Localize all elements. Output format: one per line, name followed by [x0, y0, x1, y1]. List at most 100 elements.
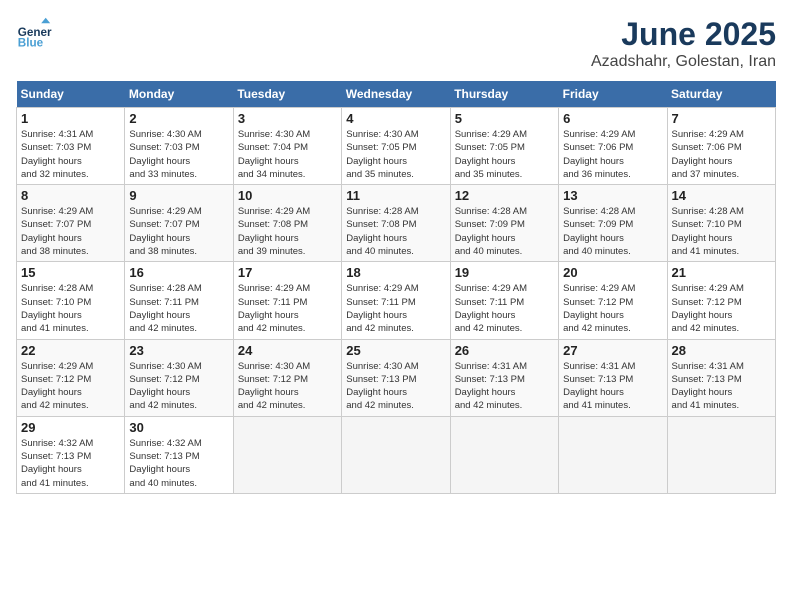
day-number: 22: [21, 343, 120, 358]
day-number: 23: [129, 343, 228, 358]
day-info: Sunrise: 4:30 AM Sunset: 7:03 PM Dayligh…: [129, 128, 228, 181]
day-header-sunday: Sunday: [17, 81, 125, 108]
day-number: 30: [129, 420, 228, 435]
calendar-cell: 26 Sunrise: 4:31 AM Sunset: 7:13 PM Dayl…: [450, 339, 558, 416]
day-info: Sunrise: 4:30 AM Sunset: 7:12 PM Dayligh…: [129, 360, 228, 413]
calendar-cell: 13 Sunrise: 4:28 AM Sunset: 7:09 PM Dayl…: [559, 185, 667, 262]
day-number: 3: [238, 111, 337, 126]
location-title: Azadshahr, Golestan, Iran: [591, 53, 776, 71]
week-row-4: 22 Sunrise: 4:29 AM Sunset: 7:12 PM Dayl…: [17, 339, 776, 416]
day-info: Sunrise: 4:32 AM Sunset: 7:13 PM Dayligh…: [21, 437, 120, 490]
day-header-tuesday: Tuesday: [233, 81, 341, 108]
day-number: 27: [563, 343, 662, 358]
calendar-cell: [559, 416, 667, 493]
day-header-monday: Monday: [125, 81, 233, 108]
month-title: June 2025: [591, 16, 776, 53]
day-info: Sunrise: 4:31 AM Sunset: 7:03 PM Dayligh…: [21, 128, 120, 181]
day-info: Sunrise: 4:28 AM Sunset: 7:09 PM Dayligh…: [563, 205, 662, 258]
day-info: Sunrise: 4:29 AM Sunset: 7:11 PM Dayligh…: [346, 282, 445, 335]
calendar-cell: 24 Sunrise: 4:30 AM Sunset: 7:12 PM Dayl…: [233, 339, 341, 416]
day-number: 18: [346, 265, 445, 280]
day-header-thursday: Thursday: [450, 81, 558, 108]
day-number: 5: [455, 111, 554, 126]
header: General Blue June 2025 Azadshahr, Golest…: [16, 16, 776, 71]
day-number: 2: [129, 111, 228, 126]
calendar-cell: 19 Sunrise: 4:29 AM Sunset: 7:11 PM Dayl…: [450, 262, 558, 339]
day-number: 10: [238, 188, 337, 203]
day-info: Sunrise: 4:32 AM Sunset: 7:13 PM Dayligh…: [129, 437, 228, 490]
calendar-cell: [450, 416, 558, 493]
day-info: Sunrise: 4:29 AM Sunset: 7:05 PM Dayligh…: [455, 128, 554, 181]
calendar-cell: 1 Sunrise: 4:31 AM Sunset: 7:03 PM Dayli…: [17, 108, 125, 185]
calendar-cell: 23 Sunrise: 4:30 AM Sunset: 7:12 PM Dayl…: [125, 339, 233, 416]
day-number: 21: [672, 265, 771, 280]
day-header-friday: Friday: [559, 81, 667, 108]
calendar-cell: 16 Sunrise: 4:28 AM Sunset: 7:11 PM Dayl…: [125, 262, 233, 339]
logo-icon: General Blue: [16, 16, 52, 52]
day-info: Sunrise: 4:28 AM Sunset: 7:10 PM Dayligh…: [21, 282, 120, 335]
day-number: 24: [238, 343, 337, 358]
calendar-cell: 12 Sunrise: 4:28 AM Sunset: 7:09 PM Dayl…: [450, 185, 558, 262]
day-header-saturday: Saturday: [667, 81, 775, 108]
day-info: Sunrise: 4:30 AM Sunset: 7:05 PM Dayligh…: [346, 128, 445, 181]
calendar-cell: 5 Sunrise: 4:29 AM Sunset: 7:05 PM Dayli…: [450, 108, 558, 185]
calendar-cell: 7 Sunrise: 4:29 AM Sunset: 7:06 PM Dayli…: [667, 108, 775, 185]
calendar-cell: 14 Sunrise: 4:28 AM Sunset: 7:10 PM Dayl…: [667, 185, 775, 262]
day-info: Sunrise: 4:31 AM Sunset: 7:13 PM Dayligh…: [672, 360, 771, 413]
week-row-2: 8 Sunrise: 4:29 AM Sunset: 7:07 PM Dayli…: [17, 185, 776, 262]
calendar-cell: 9 Sunrise: 4:29 AM Sunset: 7:07 PM Dayli…: [125, 185, 233, 262]
day-header-wednesday: Wednesday: [342, 81, 450, 108]
calendar-cell: [233, 416, 341, 493]
week-row-5: 29 Sunrise: 4:32 AM Sunset: 7:13 PM Dayl…: [17, 416, 776, 493]
calendar-cell: 29 Sunrise: 4:32 AM Sunset: 7:13 PM Dayl…: [17, 416, 125, 493]
day-number: 11: [346, 188, 445, 203]
day-info: Sunrise: 4:31 AM Sunset: 7:13 PM Dayligh…: [455, 360, 554, 413]
calendar-cell: 30 Sunrise: 4:32 AM Sunset: 7:13 PM Dayl…: [125, 416, 233, 493]
day-info: Sunrise: 4:28 AM Sunset: 7:09 PM Dayligh…: [455, 205, 554, 258]
day-number: 19: [455, 265, 554, 280]
calendar-cell: 17 Sunrise: 4:29 AM Sunset: 7:11 PM Dayl…: [233, 262, 341, 339]
calendar-table: SundayMondayTuesdayWednesdayThursdayFrid…: [16, 81, 776, 494]
day-info: Sunrise: 4:29 AM Sunset: 7:12 PM Dayligh…: [672, 282, 771, 335]
header-row: SundayMondayTuesdayWednesdayThursdayFrid…: [17, 81, 776, 108]
calendar-cell: 27 Sunrise: 4:31 AM Sunset: 7:13 PM Dayl…: [559, 339, 667, 416]
calendar-cell: [342, 416, 450, 493]
logo: General Blue: [16, 16, 52, 52]
day-number: 26: [455, 343, 554, 358]
week-row-3: 15 Sunrise: 4:28 AM Sunset: 7:10 PM Dayl…: [17, 262, 776, 339]
day-info: Sunrise: 4:30 AM Sunset: 7:04 PM Dayligh…: [238, 128, 337, 181]
calendar-cell: 25 Sunrise: 4:30 AM Sunset: 7:13 PM Dayl…: [342, 339, 450, 416]
calendar-cell: 10 Sunrise: 4:29 AM Sunset: 7:08 PM Dayl…: [233, 185, 341, 262]
day-number: 28: [672, 343, 771, 358]
calendar-cell: 22 Sunrise: 4:29 AM Sunset: 7:12 PM Dayl…: [17, 339, 125, 416]
day-info: Sunrise: 4:30 AM Sunset: 7:12 PM Dayligh…: [238, 360, 337, 413]
day-info: Sunrise: 4:29 AM Sunset: 7:07 PM Dayligh…: [21, 205, 120, 258]
day-number: 17: [238, 265, 337, 280]
day-number: 25: [346, 343, 445, 358]
calendar-cell: 15 Sunrise: 4:28 AM Sunset: 7:10 PM Dayl…: [17, 262, 125, 339]
day-info: Sunrise: 4:29 AM Sunset: 7:11 PM Dayligh…: [238, 282, 337, 335]
day-info: Sunrise: 4:29 AM Sunset: 7:11 PM Dayligh…: [455, 282, 554, 335]
day-info: Sunrise: 4:28 AM Sunset: 7:11 PM Dayligh…: [129, 282, 228, 335]
day-number: 12: [455, 188, 554, 203]
calendar-cell: 11 Sunrise: 4:28 AM Sunset: 7:08 PM Dayl…: [342, 185, 450, 262]
day-info: Sunrise: 4:28 AM Sunset: 7:10 PM Dayligh…: [672, 205, 771, 258]
day-number: 7: [672, 111, 771, 126]
calendar-cell: 28 Sunrise: 4:31 AM Sunset: 7:13 PM Dayl…: [667, 339, 775, 416]
calendar-cell: 18 Sunrise: 4:29 AM Sunset: 7:11 PM Dayl…: [342, 262, 450, 339]
day-info: Sunrise: 4:29 AM Sunset: 7:06 PM Dayligh…: [563, 128, 662, 181]
calendar-cell: 8 Sunrise: 4:29 AM Sunset: 7:07 PM Dayli…: [17, 185, 125, 262]
svg-text:Blue: Blue: [18, 37, 44, 50]
week-row-1: 1 Sunrise: 4:31 AM Sunset: 7:03 PM Dayli…: [17, 108, 776, 185]
day-number: 16: [129, 265, 228, 280]
day-number: 9: [129, 188, 228, 203]
calendar-cell: 6 Sunrise: 4:29 AM Sunset: 7:06 PM Dayli…: [559, 108, 667, 185]
day-number: 8: [21, 188, 120, 203]
day-number: 29: [21, 420, 120, 435]
day-number: 15: [21, 265, 120, 280]
day-number: 1: [21, 111, 120, 126]
day-info: Sunrise: 4:29 AM Sunset: 7:06 PM Dayligh…: [672, 128, 771, 181]
day-info: Sunrise: 4:30 AM Sunset: 7:13 PM Dayligh…: [346, 360, 445, 413]
day-number: 6: [563, 111, 662, 126]
calendar-cell: 21 Sunrise: 4:29 AM Sunset: 7:12 PM Dayl…: [667, 262, 775, 339]
